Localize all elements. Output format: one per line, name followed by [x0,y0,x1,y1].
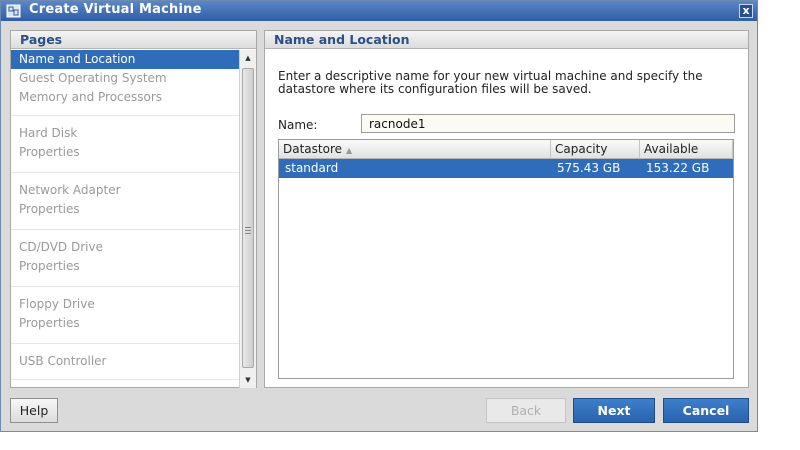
page-item-memory-processors[interactable]: Memory and Processors [11,88,239,107]
pages-list: Name and Location Guest Operating System… [11,50,239,387]
section-header: Name and Location [265,31,748,49]
help-button[interactable]: Help [10,398,58,423]
page-item-cd-dvd-properties[interactable]: Properties [11,257,239,276]
column-header-available[interactable]: Available [640,140,733,159]
name-label: Name: [278,118,318,132]
page-item-cd-dvd-drive[interactable]: CD/DVD Drive [11,238,239,257]
sort-ascending-icon: ▲ [346,146,353,155]
vm-window-icon [6,4,21,18]
close-icon[interactable]: x [739,4,753,18]
scrollbar-thumb[interactable] [242,68,254,368]
window-title: Create Virtual Machine [29,2,202,17]
column-label: Datastore [283,142,343,156]
next-button[interactable]: Next [573,398,655,423]
available-cell: 153.22 GB [646,161,710,175]
page-item-floppy-properties[interactable]: Properties [11,314,239,333]
page-item-floppy-drive[interactable]: Floppy Drive [11,295,239,314]
pages-header: Pages [11,31,256,49]
page-item-network-adapter[interactable]: Network Adapter [11,181,239,200]
datastore-cell: standard [285,161,339,175]
page-item-hard-disk[interactable]: Hard Disk [11,124,239,143]
table-row[interactable]: standard 575.43 GB 153.22 GB [279,159,733,178]
pages-panel: Pages Name and Location Guest Operating … [10,30,257,388]
page-group-cd-dvd: CD/DVD Drive Properties [11,230,239,287]
page-item-usb-controller[interactable]: USB Controller [11,352,239,371]
scroll-down-arrow-icon[interactable]: ▼ [240,372,256,388]
create-vm-dialog: Create Virtual Machine x Pages Name and … [0,0,758,432]
datastore-table: Datastore ▲ Capacity Available standard 5… [278,139,734,379]
scrollbar-grip-icon [245,227,251,234]
name-location-panel: Name and Location Enter a descriptive na… [264,30,749,388]
scroll-up-arrow-icon[interactable]: ▲ [240,50,256,66]
description-text: Enter a descriptive name for your new vi… [278,69,703,96]
page-group-general: Name and Location Guest Operating System… [11,50,239,116]
page-item-name-and-location[interactable]: Name and Location [11,50,239,69]
table-header: Datastore ▲ Capacity Available [279,140,733,159]
back-button[interactable]: Back [486,398,566,423]
capacity-cell: 575.43 GB [557,161,621,175]
page-group-usb: USB Controller [11,344,239,380]
cancel-button[interactable]: Cancel [663,398,749,423]
page-item-hard-disk-properties[interactable]: Properties [11,143,239,162]
pages-scrollbar[interactable]: ▲ ▼ [239,50,256,388]
page-item-guest-os[interactable]: Guest Operating System [11,69,239,88]
page-group-network-adapter: Network Adapter Properties [11,173,239,230]
vm-name-input[interactable] [361,114,735,133]
page-group-hard-disk: Hard Disk Properties [11,116,239,173]
title-bar[interactable]: Create Virtual Machine x [1,1,757,21]
column-header-datastore[interactable]: Datastore ▲ [279,140,551,159]
page-group-floppy: Floppy Drive Properties [11,287,239,344]
page-item-network-adapter-properties[interactable]: Properties [11,200,239,219]
column-header-capacity[interactable]: Capacity [551,140,640,159]
